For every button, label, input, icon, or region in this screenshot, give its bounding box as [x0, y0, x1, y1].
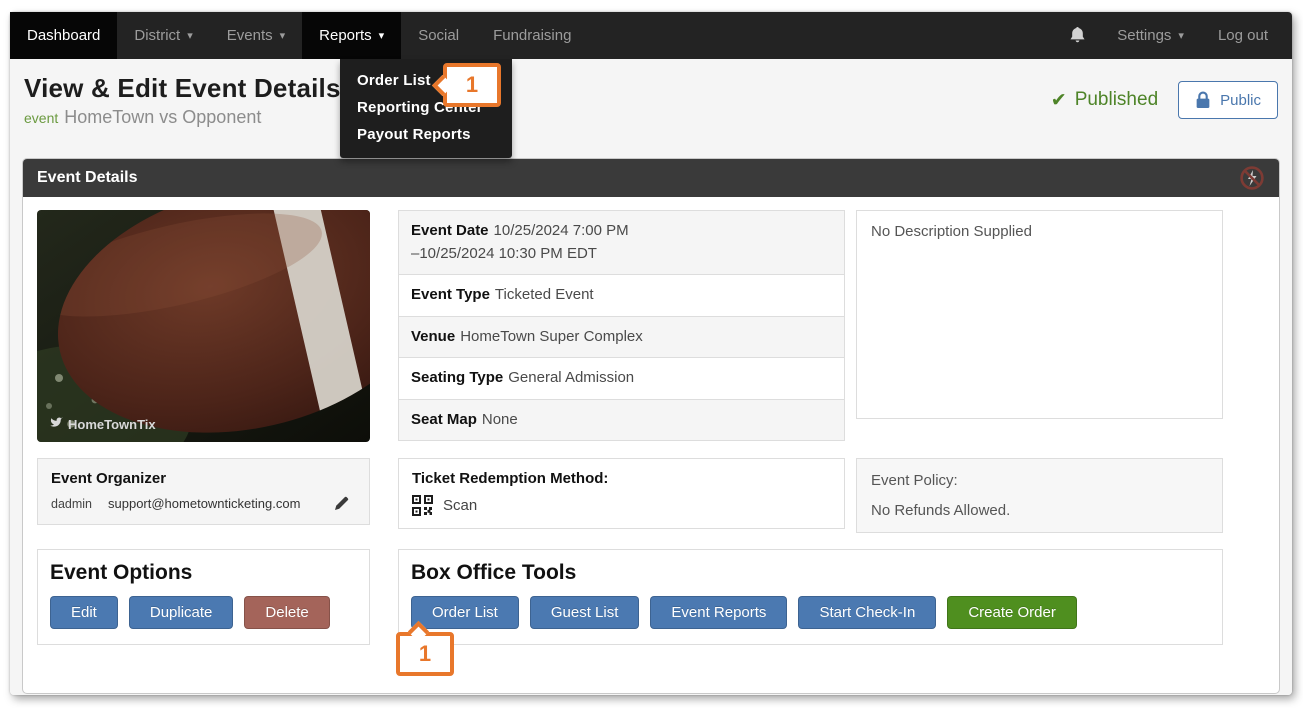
event-description-box: No Description Supplied — [856, 210, 1223, 419]
app-window: Dashboard District ▾ Events ▾ Reports ▾ Soc… — [10, 12, 1292, 695]
nav-logout[interactable]: Log out — [1201, 12, 1292, 59]
order-list-button[interactable]: Order List — [411, 596, 519, 629]
detail-row-event-type: Event Type Ticketed Event — [398, 274, 845, 317]
start-check-in-button[interactable]: Start Check-In — [798, 596, 936, 629]
page-header-left: View & Edit Event Details event HomeTown … — [24, 73, 341, 128]
panel-title: Event Details — [37, 169, 137, 187]
page-header-right: ✔ Published Public — [1051, 81, 1278, 119]
page-title: View & Edit Event Details — [24, 73, 341, 104]
nav-events[interactable]: Events ▾ — [210, 12, 302, 59]
detail-label: Event Date — [411, 222, 489, 239]
duplicate-button[interactable]: Duplicate — [129, 596, 234, 629]
detail-value: Ticketed Event — [495, 286, 594, 303]
nav-events-label: Events — [227, 27, 273, 44]
organizer-email: support@hometownticketing.com — [108, 496, 300, 511]
event-image: HomeTownTix — [37, 210, 370, 442]
detail-value: 10/25/2024 7:00 PM — [494, 222, 629, 239]
detail-label: Seat Map — [411, 411, 477, 428]
annotation-number: 1 — [466, 72, 478, 98]
box-office-tools-title: Box Office Tools — [411, 561, 1210, 585]
chevron-down-icon: ▾ — [280, 30, 286, 42]
event-name: HomeTown vs Opponent — [64, 107, 261, 127]
event-description-text: No Description Supplied — [871, 223, 1032, 240]
event-reports-button[interactable]: Event Reports — [650, 596, 787, 629]
event-details-panel-header: Event Details — [23, 159, 1279, 197]
detail-value-line2: –10/25/2024 10:30 PM EDT — [411, 243, 832, 266]
nav-reports[interactable]: Reports ▾ — [302, 12, 401, 59]
detail-row-seat-map: Seat Map None — [398, 399, 845, 442]
event-policy-title: Event Policy: — [871, 472, 1208, 489]
nav-social[interactable]: Social — [401, 12, 476, 59]
page-content: View & Edit Event Details event HomeTown … — [10, 59, 1292, 695]
detail-row-seating-type: Seating Type General Admission — [398, 357, 845, 400]
event-details-panel: Event Details — [22, 158, 1280, 694]
event-tag: event — [24, 110, 58, 126]
menu-item-payout-reports[interactable]: Payout Reports — [340, 121, 512, 148]
box-office-buttons: Order List Guest List Event Reports Star… — [411, 596, 1210, 629]
detail-row-event-date: Event Date 10/25/2024 7:00 PM –10/25/2024… — [398, 210, 845, 275]
nav-spacer — [588, 12, 1055, 59]
guest-list-button[interactable]: Guest List — [530, 596, 640, 629]
top-navbar: Dashboard District ▾ Events ▾ Reports ▾ Soc… — [10, 12, 1292, 59]
nav-settings[interactable]: Settings ▾ — [1100, 12, 1201, 59]
ticket-redemption-title: Ticket Redemption Method: — [412, 470, 831, 487]
details-row-3: Event Options Edit Duplicate Delete Box … — [37, 549, 1265, 645]
delete-button[interactable]: Delete — [244, 596, 329, 629]
detail-value: HomeTown Super Complex — [460, 328, 643, 345]
detail-label: Seating Type — [411, 369, 503, 386]
event-options-title: Event Options — [50, 561, 357, 585]
ticket-redemption-line: Scan — [412, 495, 831, 516]
detail-value: None — [482, 411, 518, 428]
lock-icon — [1195, 91, 1211, 109]
annotation-number: 1 — [419, 641, 431, 667]
published-label: Published — [1075, 89, 1158, 111]
chevron-down-icon: ▾ — [379, 30, 385, 42]
event-policy-box: Event Policy: No Refunds Allowed. — [856, 458, 1223, 533]
detail-value: General Admission — [508, 369, 634, 386]
details-row-2: Event Organizer dadmin support@hometownt… — [37, 458, 1265, 533]
nav-fundraising[interactable]: Fundraising — [476, 12, 588, 59]
event-organizer-line: dadmin support@hometownticketing.com — [51, 496, 356, 511]
flash-off-icon[interactable] — [1239, 165, 1265, 191]
detail-label: Event Type — [411, 286, 490, 303]
event-options-box: Event Options Edit Duplicate Delete — [37, 549, 370, 645]
redemption-method-label: Scan — [443, 497, 477, 514]
qr-scan-icon — [412, 495, 433, 516]
page-header: View & Edit Event Details event HomeTown … — [24, 73, 1278, 128]
annotation-step-1-menu: 1 — [443, 63, 501, 107]
nav-district[interactable]: District ▾ — [117, 12, 209, 59]
event-organizer-title: Event Organizer — [51, 470, 356, 487]
detail-label: Venue — [411, 328, 455, 345]
edit-pencil-icon[interactable] — [334, 496, 349, 511]
box-office-tools-box: Box Office Tools Order List Guest List E… — [398, 549, 1223, 645]
notifications-bell-icon[interactable] — [1055, 12, 1100, 59]
ticket-redemption-box: Ticket Redemption Method: Scan — [398, 458, 845, 529]
organizer-username: dadmin — [51, 497, 92, 511]
event-image-box: HomeTownTix — [37, 210, 370, 442]
published-status: ✔ Published — [1051, 89, 1158, 112]
public-visibility-button[interactable]: Public — [1178, 81, 1278, 119]
details-row-1: HomeTownTix Event Date 10/25/2024 7:00 PM… — [37, 210, 1265, 442]
nav-dashboard[interactable]: Dashboard — [10, 12, 117, 59]
event-details-panel-body: HomeTownTix Event Date 10/25/2024 7:00 PM… — [23, 197, 1279, 693]
event-detail-table: Event Date 10/25/2024 7:00 PM –10/25/2024… — [398, 210, 845, 441]
nav-settings-label: Settings — [1117, 27, 1171, 44]
event-organizer-box: Event Organizer dadmin support@hometownt… — [37, 458, 370, 525]
create-order-button[interactable]: Create Order — [947, 596, 1077, 629]
event-options-buttons: Edit Duplicate Delete — [50, 596, 357, 629]
chevron-down-icon: ▾ — [187, 30, 193, 42]
chevron-down-icon: ▾ — [1178, 30, 1184, 42]
image-watermark: HomeTownTix — [68, 417, 156, 432]
nav-district-label: District — [134, 27, 180, 44]
page-subtitle: event HomeTown vs Opponent — [24, 107, 341, 128]
detail-row-venue: Venue HomeTown Super Complex — [398, 316, 845, 359]
public-label: Public — [1220, 92, 1261, 109]
annotation-step-1-button: 1 — [396, 632, 454, 676]
nav-reports-label: Reports — [319, 27, 372, 44]
event-policy-text: No Refunds Allowed. — [871, 502, 1208, 519]
check-icon: ✔ — [1051, 89, 1067, 112]
edit-button[interactable]: Edit — [50, 596, 118, 629]
